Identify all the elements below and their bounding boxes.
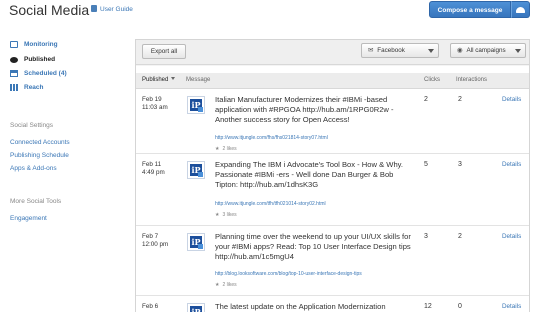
megaphone-icon: ✉	[368, 47, 374, 54]
post-link[interactable]: http://blog.looksoftware.com/blog/top-10…	[215, 271, 362, 277]
logo-accent-icon	[198, 244, 203, 249]
table-row: Feb 6 iP The latest update on the Applic…	[136, 297, 529, 312]
post-likes: ★ 2 likes	[215, 282, 237, 288]
post-likes: ★ 3 likes	[215, 212, 237, 218]
post-clicks: 2	[424, 96, 428, 103]
calendar-icon	[10, 70, 18, 77]
account-avatar: iP	[187, 161, 205, 179]
engagement-link[interactable]: Engagement	[10, 215, 47, 222]
post-clicks: 5	[424, 161, 428, 168]
post-date-day: Feb 19	[142, 96, 162, 103]
clicks-column-header: Clicks	[424, 77, 440, 83]
post-date: Feb 11 4:49 pm	[142, 161, 165, 177]
apps-addons-link[interactable]: Apps & Add-ons	[10, 165, 57, 172]
table-row: Feb 11 4:49 pm iP Expanding The IBM i Adv…	[136, 155, 529, 226]
sidebar-item-label: Monitoring	[24, 41, 58, 48]
page-header: Social Media User Guide Compose a messag…	[0, 0, 554, 22]
post-clicks: 3	[424, 233, 428, 240]
interactions-column-header: Interactions	[456, 77, 488, 83]
sidebar-item-published[interactable]: Published	[10, 54, 55, 69]
logo-accent-icon	[198, 172, 203, 177]
social-settings-heading: Social Settings	[10, 122, 53, 129]
export-all-button[interactable]: Export all	[142, 44, 186, 59]
post-interactions: 2	[458, 96, 462, 103]
published-panel: Export all ✉ Facebook ◉ All campaigns Publ…	[135, 39, 530, 312]
toolbar: Export all ✉ Facebook ◉ All campaigns	[136, 40, 529, 65]
post-date-day: Feb 11	[142, 161, 162, 168]
post-message: Expanding The IBM i Advocate's Tool Box …	[215, 160, 404, 189]
post-date: Feb 6	[142, 303, 158, 311]
table-row: Feb 19 11:03 am iP Italian Manufacturer M…	[136, 90, 529, 154]
ibmi-logo-icon: iP	[190, 306, 202, 312]
cloud-icon	[516, 7, 525, 13]
compose-message-button[interactable]: Compose a message	[429, 1, 511, 18]
network-select[interactable]: ✉ Facebook	[361, 43, 439, 58]
sidebar-item-label: Scheduled (4)	[24, 70, 67, 77]
details-link[interactable]: Details	[502, 303, 521, 310]
sidebar-item-monitoring[interactable]: Monitoring	[10, 39, 58, 54]
chevron-down-icon	[515, 49, 521, 53]
post-date-time: 11:03 am	[142, 104, 168, 111]
post-link[interactable]: http://www.itjungle.com/fhs/fhs021814-st…	[215, 135, 328, 141]
details-link[interactable]: Details	[502, 233, 521, 240]
post-message: Planning time over the weekend to up you…	[215, 232, 411, 261]
post-message: Italian Manufacturer Modernizes their #I…	[215, 95, 394, 124]
star-icon: ★	[215, 146, 220, 152]
compose-dropdown-button[interactable]	[511, 1, 530, 18]
post-date: Feb 7 12:00 pm	[142, 233, 168, 249]
campaign-select[interactable]: ◉ All campaigns	[450, 43, 526, 58]
post-message: The latest update on the Application Mod…	[215, 302, 386, 311]
post-date-day: Feb 6	[142, 303, 159, 310]
user-guide-label: User Guide	[100, 6, 133, 13]
more-social-tools-heading: More Social Tools	[10, 198, 62, 205]
account-avatar: iP	[187, 303, 205, 312]
post-likes-count: 2 likes	[222, 282, 237, 288]
account-avatar: iP	[187, 96, 205, 114]
post-likes: ★ 2 likes	[215, 146, 237, 152]
post-date-time: 4:49 pm	[142, 169, 165, 176]
post-interactions: 0	[458, 303, 462, 310]
post-interactions: 3	[458, 161, 462, 168]
message-column-header: Message	[186, 77, 211, 83]
post-date-day: Feb 7	[142, 233, 159, 240]
bar-chart-icon	[10, 84, 18, 91]
campaign-select-value: All campaigns	[466, 47, 506, 54]
network-select-value: Facebook	[377, 47, 405, 54]
post-date-time: 12:00 pm	[142, 241, 169, 248]
book-icon	[91, 5, 97, 12]
speech-bubble-icon	[10, 57, 18, 63]
chevron-down-icon	[428, 49, 434, 53]
account-avatar: iP	[187, 233, 205, 251]
globe-icon: ◉	[457, 47, 463, 54]
sort-arrow-icon	[171, 77, 176, 80]
sidebar-item-reach[interactable]: Reach	[10, 82, 44, 97]
sidebar-item-label: Reach	[24, 84, 44, 91]
post-date: Feb 19 11:03 am	[142, 96, 168, 112]
monitor-icon	[10, 41, 18, 48]
publishing-schedule-link[interactable]: Publishing Schedule	[10, 152, 69, 159]
details-link[interactable]: Details	[502, 96, 521, 103]
published-column-label: Published	[142, 77, 169, 83]
post-link[interactable]: http://www.itjungle.com/tfh/tfh021014-st…	[215, 201, 326, 207]
details-link[interactable]: Details	[502, 161, 521, 168]
star-icon: ★	[215, 282, 220, 288]
connected-accounts-link[interactable]: Connected Accounts	[10, 139, 70, 146]
logo-accent-icon	[198, 107, 203, 112]
post-interactions: 2	[458, 233, 462, 240]
table-row: Feb 7 12:00 pm iP Planning time over the …	[136, 227, 529, 296]
sidebar-item-scheduled[interactable]: Scheduled (4)	[10, 68, 67, 83]
post-likes-count: 3 likes	[222, 212, 237, 218]
published-table: Published Message Clicks Interactions Fe…	[136, 66, 529, 312]
sidebar-item-label: Published	[24, 56, 56, 63]
table-header: Published Message Clicks Interactions	[136, 73, 529, 89]
star-icon: ★	[215, 212, 220, 218]
post-clicks: 12	[424, 303, 432, 310]
page-title: Social Media	[9, 2, 90, 18]
user-guide-link[interactable]: User Guide	[91, 5, 133, 13]
post-likes-count: 2 likes	[222, 146, 237, 152]
published-column-header[interactable]: Published	[142, 77, 176, 83]
